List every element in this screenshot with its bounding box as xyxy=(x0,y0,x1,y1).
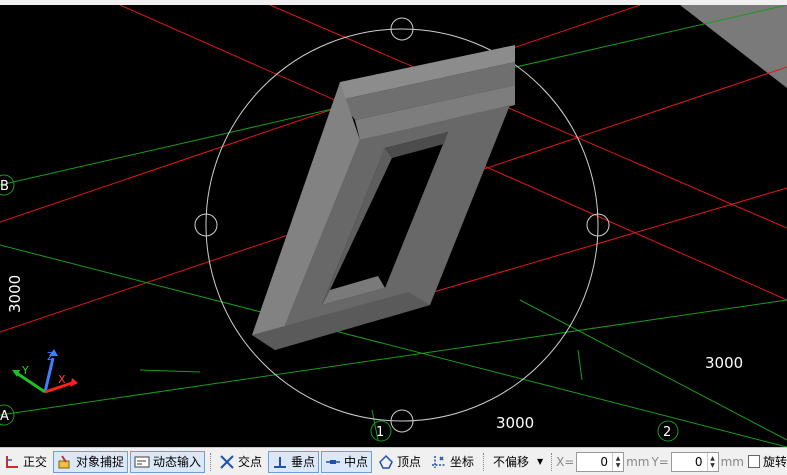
dimension-right: 3000 xyxy=(705,354,743,372)
object-snap-icon xyxy=(58,454,70,468)
green-axis-line xyxy=(0,299,787,416)
intersection-label: 交点 xyxy=(237,455,262,469)
separator xyxy=(551,452,553,471)
grid-label-1: 1 xyxy=(376,425,384,440)
separator xyxy=(210,452,212,471)
status-bar: 正交 对象捕捉 动态输入 交点 垂点 中点 顶点 坐标 不偏移 ▼ X= 0 ▲… xyxy=(0,447,787,475)
axis-label-y: Y xyxy=(21,364,29,377)
intersection-icon xyxy=(220,454,234,469)
dimension-vertical: 3000 xyxy=(6,275,24,313)
ortho-label: 正交 xyxy=(23,455,48,469)
axis-label-z: Z xyxy=(47,350,55,363)
perpendicular-icon xyxy=(273,456,286,468)
separator xyxy=(483,452,485,471)
app-window: B A 1 2 3000 3000 3000 Z X Y 正交 对象捕捉 动态输… xyxy=(0,0,787,475)
vertex-icon xyxy=(379,454,393,469)
y-label: Y= xyxy=(651,454,669,469)
y-offset-value: 0 xyxy=(694,454,703,469)
dimension-bottom: 3000 xyxy=(496,414,534,432)
midpoint-label: 中点 xyxy=(344,455,369,469)
y-offset-input[interactable]: 0 ▲ ▼ xyxy=(670,451,719,472)
green-axis-line xyxy=(139,369,201,373)
grid-label-b: B xyxy=(0,179,9,194)
axis-gizmo: Z X Y xyxy=(12,349,78,394)
axis-label-x: X xyxy=(58,373,66,386)
midpoint-snap-toggle[interactable]: 中点 xyxy=(321,450,373,473)
spin-up-icon[interactable]: ▲ xyxy=(710,455,715,462)
rotate-checkbox[interactable] xyxy=(747,455,761,468)
x-unit: mm xyxy=(626,454,650,469)
offset-mode-value: 不偏移 xyxy=(492,455,529,469)
ortho-toggle[interactable]: 正交 xyxy=(0,451,51,473)
coordinate-snap-toggle[interactable]: 坐标 xyxy=(427,451,478,473)
dynamic-input-toggle[interactable]: 动态输入 xyxy=(130,450,206,473)
vertex-label: 顶点 xyxy=(397,455,422,469)
3d-frame-solid[interactable] xyxy=(252,45,515,350)
viewport-canvas[interactable]: B A 1 2 3000 3000 3000 Z X Y xyxy=(0,5,787,447)
object-snap-label: 对象捕捉 xyxy=(76,455,125,469)
perpendicular-snap-toggle[interactable]: 垂点 xyxy=(267,450,319,473)
coordinate-label: 坐标 xyxy=(450,455,475,469)
chevron-down-icon: ▼ xyxy=(536,457,544,466)
midpoint-icon xyxy=(326,459,340,464)
dynamic-input-icon xyxy=(134,456,150,467)
3d-viewport[interactable]: B A 1 2 3000 3000 3000 Z X Y xyxy=(0,5,787,447)
coordinate-icon xyxy=(432,455,447,468)
spin-down-icon[interactable]: ▼ xyxy=(616,462,621,469)
vertex-snap-toggle[interactable]: 顶点 xyxy=(374,451,425,473)
perpendicular-label: 垂点 xyxy=(290,455,315,469)
x-label: X= xyxy=(556,454,575,469)
intersection-snap-toggle[interactable]: 交点 xyxy=(215,451,266,473)
grid-label-a: A xyxy=(0,409,9,424)
offset-mode-dropdown[interactable]: 不偏移 ▼ xyxy=(488,451,548,473)
y-offset-spinner[interactable]: ▲ ▼ xyxy=(706,452,718,471)
x-offset-input[interactable]: 0 ▲ ▼ xyxy=(576,451,625,472)
spin-up-icon[interactable]: ▲ xyxy=(616,455,621,462)
x-offset-spinner[interactable]: ▲ ▼ xyxy=(612,452,623,471)
dynamic-input-label: 动态输入 xyxy=(153,455,202,469)
green-axis-line xyxy=(577,349,583,381)
spin-down-icon[interactable]: ▼ xyxy=(710,462,715,469)
grid-label-2: 2 xyxy=(663,425,671,440)
y-unit: mm xyxy=(720,454,744,469)
red-axis-line xyxy=(419,187,787,297)
rotate-label: 旋转 xyxy=(763,455,787,469)
ortho-icon xyxy=(6,455,18,468)
green-axis-line xyxy=(519,299,787,441)
object-snap-toggle[interactable]: 对象捕捉 xyxy=(53,450,129,473)
x-offset-value: 0 xyxy=(600,454,609,469)
